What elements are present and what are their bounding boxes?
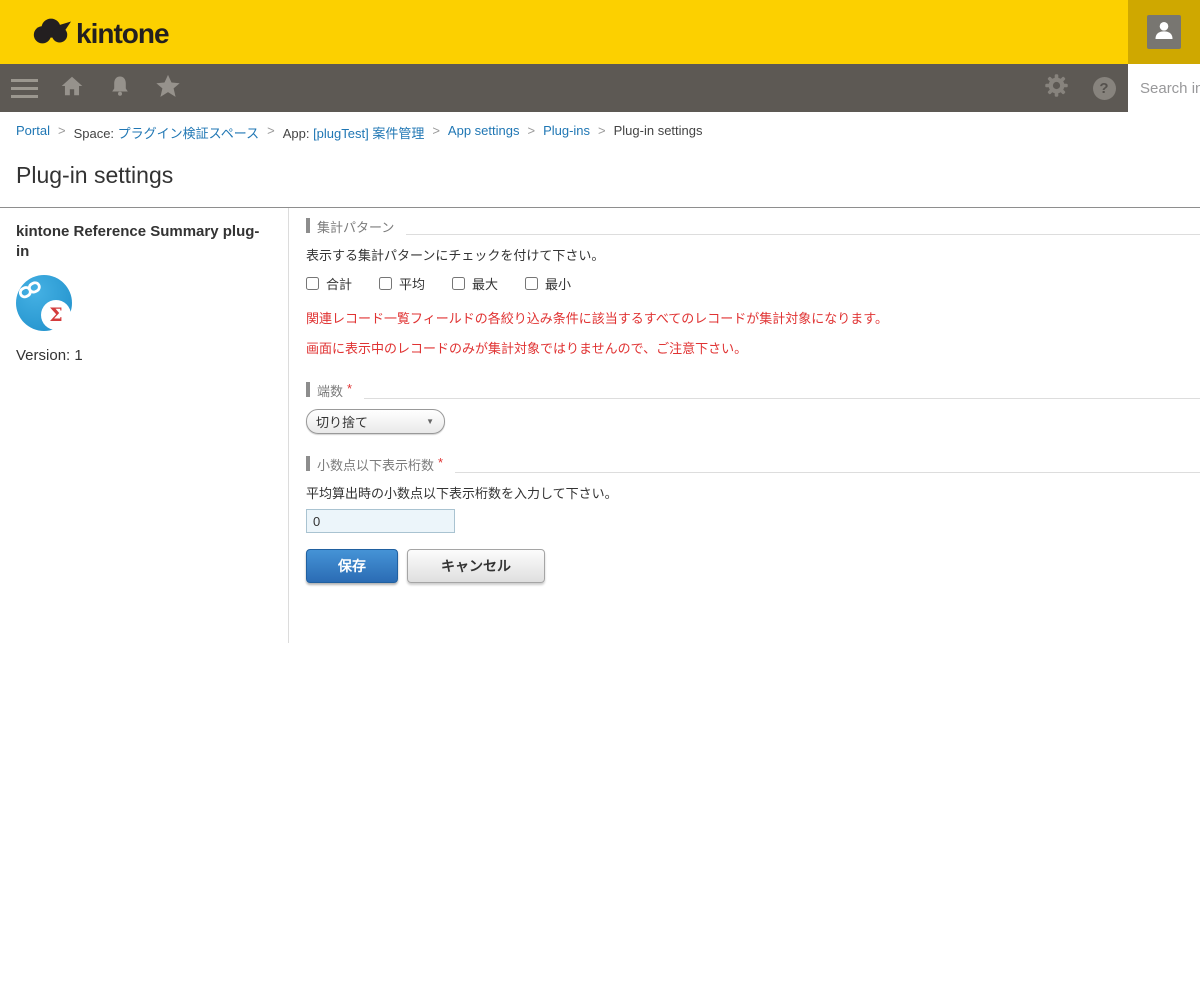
section-rule [455,455,1200,473]
rounding-select[interactable]: 切り捨て ▼ [306,409,445,434]
rounding-select-value: 切り捨て [316,412,368,431]
top-header-bar: kintone [0,0,1200,64]
section-rule [406,217,1200,235]
digits-instruction: 平均算出時の小数点以下表示桁数を入力して下さい。 [306,483,1200,502]
hamburger-icon [11,79,38,98]
section-accent-bar [306,382,310,397]
pattern-checkbox-group: 合計 平均 最大 最小 [306,274,1200,293]
user-avatar-button[interactable] [1147,15,1181,49]
hamburger-menu-button[interactable] [0,64,48,112]
average-checkbox[interactable] [379,277,392,290]
digits-input[interactable] [306,509,455,533]
user-person-icon [1152,18,1176,47]
global-nav-bar: ? [0,64,1200,112]
page-title: Plug-in settings [16,162,1200,189]
bell-icon [108,74,132,103]
breadcrumb-plugins-link[interactable]: Plug-ins [543,123,590,142]
favorites-button[interactable] [144,64,192,112]
rounding-section-label: 端数 [317,381,343,400]
breadcrumb-portal-link[interactable]: Portal [16,123,50,142]
help-icon: ? [1093,77,1116,100]
cancel-button[interactable]: キャンセル [407,549,545,583]
chain-link-icon [16,278,47,307]
section-rule [364,381,1200,399]
save-button[interactable]: 保存 [306,549,398,583]
settings-button[interactable] [1032,64,1080,112]
min-checkbox-label: 最小 [545,274,571,293]
breadcrumb-separator: > [267,123,275,142]
checkbox-min: 最小 [525,274,571,293]
breadcrumb-separator: > [58,123,66,142]
sigma-glyph: Σ [49,304,62,326]
help-button[interactable]: ? [1080,64,1128,112]
warning-text-2: 画面に表示中のレコードのみが集計対象ではりませんので、ご注意下さい。 [306,338,1200,357]
required-asterisk: * [438,455,443,474]
section-accent-bar [306,218,310,233]
breadcrumb-separator: > [598,123,606,142]
nav-right-group: ? [1032,64,1200,112]
checkbox-sum: 合計 [306,274,352,293]
search-input[interactable] [1128,64,1200,112]
average-checkbox-label: 平均 [399,274,425,293]
star-icon [154,72,182,105]
breadcrumb-app-settings-link[interactable]: App settings [448,123,520,142]
sigma-badge: Σ [41,300,71,330]
user-menu-area [1128,0,1200,64]
plugin-settings-form: 集計パターン 表示する集計パターンにチェックを付けて下さい。 合計 平均 最大 … [289,208,1200,643]
kintone-cloud-icon [30,14,72,53]
plugin-name: kintone Reference Summary plug-in [16,222,272,261]
gear-icon [1043,72,1070,104]
reference-summary-plugin-icon: Σ [16,275,72,331]
min-checkbox[interactable] [525,277,538,290]
breadcrumb-app-item: App: [plugTest] 案件管理 [283,123,425,142]
required-asterisk: * [347,381,352,400]
home-button[interactable] [48,64,96,112]
pattern-instruction: 表示する集計パターンにチェックを付けて下さい。 [306,245,1200,264]
sum-checkbox[interactable] [306,277,319,290]
section-header-pattern: 集計パターン [306,217,1200,236]
global-search-area [1128,64,1200,112]
sum-checkbox-label: 合計 [326,274,352,293]
brand-wordmark: kintone [76,18,169,50]
breadcrumb-space-item: Space: プラグイン検証スペース [74,123,260,142]
section-header-rounding: 端数 * [306,381,1200,400]
checkbox-average: 平均 [379,274,425,293]
max-checkbox-label: 最大 [472,274,498,293]
digits-section-label: 小数点以下表示桁数 [317,455,434,474]
section-accent-bar [306,456,310,471]
content-area: kintone Reference Summary plug-in Σ Vers… [0,208,1200,643]
breadcrumb: Portal > Space: プラグイン検証スペース > App: [plug… [0,112,1200,142]
breadcrumb-space-link[interactable]: プラグイン検証スペース [118,126,259,141]
warning-text-1: 関連レコード一覧フィールドの各絞り込み条件に該当するすべてのレコードが集計対象に… [306,308,1200,327]
kintone-logo[interactable]: kintone [30,14,169,53]
chevron-down-icon: ▼ [426,417,434,426]
breadcrumb-separator: > [527,123,535,142]
breadcrumb-current: Plug-in settings [614,123,703,142]
max-checkbox[interactable] [452,277,465,290]
home-icon [59,73,85,104]
plugin-info-sidebar: kintone Reference Summary plug-in Σ Vers… [16,208,289,643]
pattern-section-label: 集計パターン [317,217,394,236]
notifications-button[interactable] [96,64,144,112]
nav-left-group [0,64,192,112]
plugin-version: Version: 1 [16,347,272,364]
breadcrumb-app-link[interactable]: [plugTest] 案件管理 [313,126,424,141]
checkbox-max: 最大 [452,274,498,293]
form-actions: 保存 キャンセル [306,549,1200,583]
breadcrumb-separator: > [432,123,440,142]
section-header-digits: 小数点以下表示桁数 * [306,455,1200,474]
